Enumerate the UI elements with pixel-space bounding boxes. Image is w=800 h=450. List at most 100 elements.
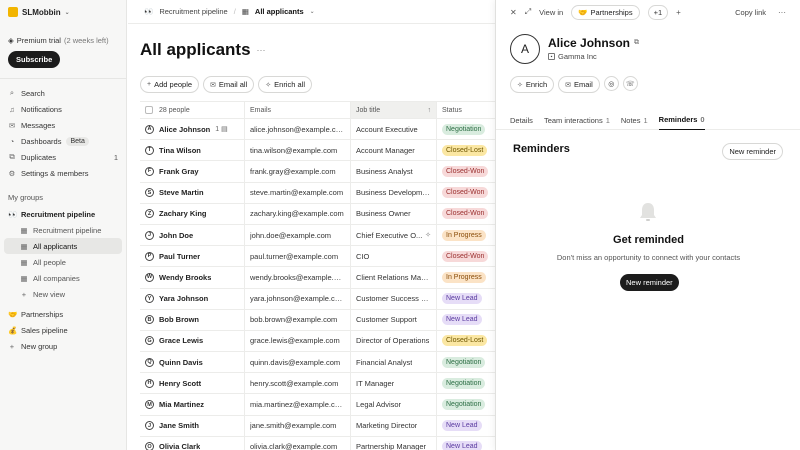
- cell-job-title[interactable]: Account Executive: [351, 119, 437, 140]
- table-row[interactable]: J John Doe john.doe@example.com Chief Execu…: [140, 224, 495, 247]
- table-row[interactable]: H Henry Scott henry.scott@example.com IT Ma…: [140, 373, 495, 395]
- cell-name[interactable]: H Henry Scott: [140, 373, 245, 394]
- sort-ascending-icon[interactable]: ↑: [428, 107, 432, 114]
- more-icon[interactable]: ···: [257, 45, 266, 55]
- cell-job-title[interactable]: Marketing Director: [351, 415, 437, 436]
- cell-email[interactable]: mia.martinez@example.com: [245, 394, 351, 415]
- tab-details[interactable]: Details: [510, 110, 533, 130]
- cell-status[interactable]: New Lead: [437, 416, 495, 436]
- more-icon[interactable]: ···: [778, 8, 786, 17]
- cell-email[interactable]: frank.gray@example.com: [245, 161, 351, 182]
- cell-email[interactable]: olivia.clark@example.com: [245, 436, 351, 450]
- cell-email[interactable]: wendy.brooks@example.com: [245, 267, 351, 288]
- cell-job-title[interactable]: Partnership Manager: [351, 436, 437, 450]
- workspace-switcher[interactable]: SLMobbin ⌄: [0, 0, 126, 24]
- cell-email[interactable]: bob.brown@example.com: [245, 309, 351, 330]
- select-all-checkbox[interactable]: [145, 106, 153, 114]
- group-recruitment-pipeline[interactable]: 👀 Recruitment pipeline: [0, 206, 126, 222]
- cell-status[interactable]: Negotiation: [437, 352, 495, 372]
- cell-email[interactable]: zachary.king@example.com: [245, 203, 351, 224]
- cell-name[interactable]: J John Doe: [140, 224, 245, 246]
- header-job-title[interactable]: Job title ↑: [351, 102, 437, 118]
- group-sales-pipeline[interactable]: 💰 Sales pipeline: [0, 322, 126, 338]
- table-row[interactable]: T Tina Wilson tina.wilson@example.com Accou…: [140, 140, 495, 162]
- cell-status[interactable]: Negotiation: [437, 394, 495, 414]
- cell-status[interactable]: New Lead: [437, 310, 495, 330]
- table-row[interactable]: O Olivia Clark olivia.clark@example.com Par…: [140, 436, 495, 450]
- cell-name[interactable]: M Mia Martinez: [140, 394, 245, 415]
- view-in-chip[interactable]: 🤝 Partnerships: [571, 4, 640, 20]
- cell-name[interactable]: G Grace Lewis: [140, 330, 245, 352]
- plus-icon[interactable]: +: [676, 8, 681, 17]
- phone-icon[interactable]: ☏: [622, 76, 638, 91]
- nav-item-messages[interactable]: ✉ Messages: [0, 117, 126, 133]
- table-row[interactable]: Y Yara Johnson yara.johnson@example.com Cus…: [140, 288, 495, 310]
- table-row[interactable]: P Paul Turner paul.turner@example.com CIO Cl…: [140, 246, 495, 268]
- view-all-people[interactable]: ▦ All people: [0, 254, 126, 270]
- copy-icon[interactable]: ⧉: [634, 39, 639, 47]
- new-reminder-button[interactable]: New reminder: [722, 143, 783, 160]
- cell-email[interactable]: grace.lewis@example.com: [245, 330, 351, 352]
- cell-email[interactable]: tina.wilson@example.com: [245, 140, 351, 161]
- cell-job-title[interactable]: Chief Executive O... ✧: [351, 224, 437, 246]
- tab-reminders[interactable]: Reminders 0: [658, 110, 705, 130]
- new-view-button[interactable]: + New view: [0, 286, 126, 302]
- cell-job-title[interactable]: Director of Operations: [351, 330, 437, 352]
- cell-name[interactable]: A Alice Johnson 1 ▤: [140, 119, 245, 140]
- add-people-button[interactable]: + Add people: [140, 76, 200, 93]
- cell-email[interactable]: yara.johnson@example.com: [245, 288, 351, 309]
- cell-job-title[interactable]: Business Owner: [351, 203, 437, 224]
- cell-status[interactable]: Closed-Won: [437, 183, 495, 203]
- nav-item-duplicates[interactable]: ⧉ Duplicates 1: [0, 149, 126, 165]
- whatsapp-icon[interactable]: ◎: [603, 76, 619, 91]
- more-groups-chip[interactable]: +1: [647, 4, 669, 20]
- cell-status[interactable]: Closed-Won: [437, 246, 495, 266]
- view-all-applicants[interactable]: ▦ All applicants: [4, 238, 122, 254]
- table-row[interactable]: F Frank Gray frank.gray@example.com Busines…: [140, 161, 495, 183]
- header-status[interactable]: Status: [437, 102, 495, 118]
- cell-status[interactable]: Negotiation: [437, 373, 495, 393]
- cell-status[interactable]: In Progress: [437, 267, 495, 287]
- email-all-button[interactable]: ✉ Email all: [203, 76, 255, 93]
- cell-job-title[interactable]: Customer Support: [351, 309, 437, 330]
- cell-name[interactable]: F Frank Gray: [140, 161, 245, 182]
- cell-name[interactable]: Q Quinn Davis: [140, 352, 245, 373]
- cell-status[interactable]: New Lead: [437, 289, 495, 309]
- table-row[interactable]: W Wendy Brooks wendy.brooks@example.com Cli…: [140, 267, 495, 289]
- cell-email[interactable]: jane.smith@example.com: [245, 415, 351, 436]
- cell-name[interactable]: Y Yara Johnson: [140, 288, 245, 309]
- header-emails[interactable]: Emails: [245, 102, 351, 118]
- cell-name[interactable]: O Olivia Clark: [140, 436, 245, 450]
- breadcrumb-parent[interactable]: Recruitment pipeline: [159, 7, 227, 16]
- view-recruitment-pipeline[interactable]: ▦ Recruitment pipeline: [0, 222, 126, 238]
- cell-job-title[interactable]: Client Relations Mana...: [351, 267, 437, 288]
- table-row[interactable]: A Alice Johnson 1 ▤ alice.johnson@example.c…: [140, 119, 495, 141]
- enrich-all-button[interactable]: ✧ Enrich all: [258, 76, 312, 93]
- sparkle-icon[interactable]: ✧: [425, 231, 431, 239]
- copy-link-button[interactable]: Copy link: [735, 8, 766, 17]
- table-row[interactable]: B Bob Brown bob.brown@example.com Customer …: [140, 309, 495, 331]
- table-row[interactable]: J Jane Smith jane.smith@example.com Marketi…: [140, 415, 495, 437]
- cell-status[interactable]: Negotiation: [437, 119, 495, 139]
- cell-email[interactable]: steve.martin@example.com: [245, 182, 351, 203]
- cell-name[interactable]: T Tina Wilson: [140, 140, 245, 161]
- group-partnerships[interactable]: 🤝 Partnerships: [0, 306, 126, 322]
- nav-item-dashboards[interactable]: ◔ Dashboards Beta: [0, 133, 126, 149]
- cell-email[interactable]: quinn.davis@example.com: [245, 352, 351, 373]
- cell-job-title[interactable]: Legal Advisor: [351, 394, 437, 415]
- expand-icon[interactable]: ⤢: [525, 7, 531, 17]
- tab-notes[interactable]: Notes 1: [621, 110, 648, 130]
- tab-team-interactions[interactable]: Team interactions 1: [544, 110, 610, 130]
- cell-email[interactable]: henry.scott@example.com: [245, 373, 351, 394]
- cell-job-title[interactable]: Customer Success M...: [351, 288, 437, 309]
- new-group-button[interactable]: + New group: [0, 338, 126, 354]
- view-all-companies[interactable]: ▦ All companies: [0, 270, 126, 286]
- nav-item-settings[interactable]: ⚙ Settings & members: [0, 165, 126, 181]
- contact-company[interactable]: ▪ Gamma Inc: [548, 52, 597, 61]
- empty-state-new-reminder-button[interactable]: New reminder: [620, 274, 679, 291]
- cell-job-title[interactable]: Financial Analyst: [351, 352, 437, 373]
- cell-status[interactable]: Closed-Won: [437, 204, 495, 224]
- cell-status[interactable]: In Progress: [437, 225, 495, 245]
- nav-item-notifications[interactable]: ♫ Notifications: [0, 101, 126, 117]
- subscribe-button[interactable]: Subscribe: [8, 51, 61, 68]
